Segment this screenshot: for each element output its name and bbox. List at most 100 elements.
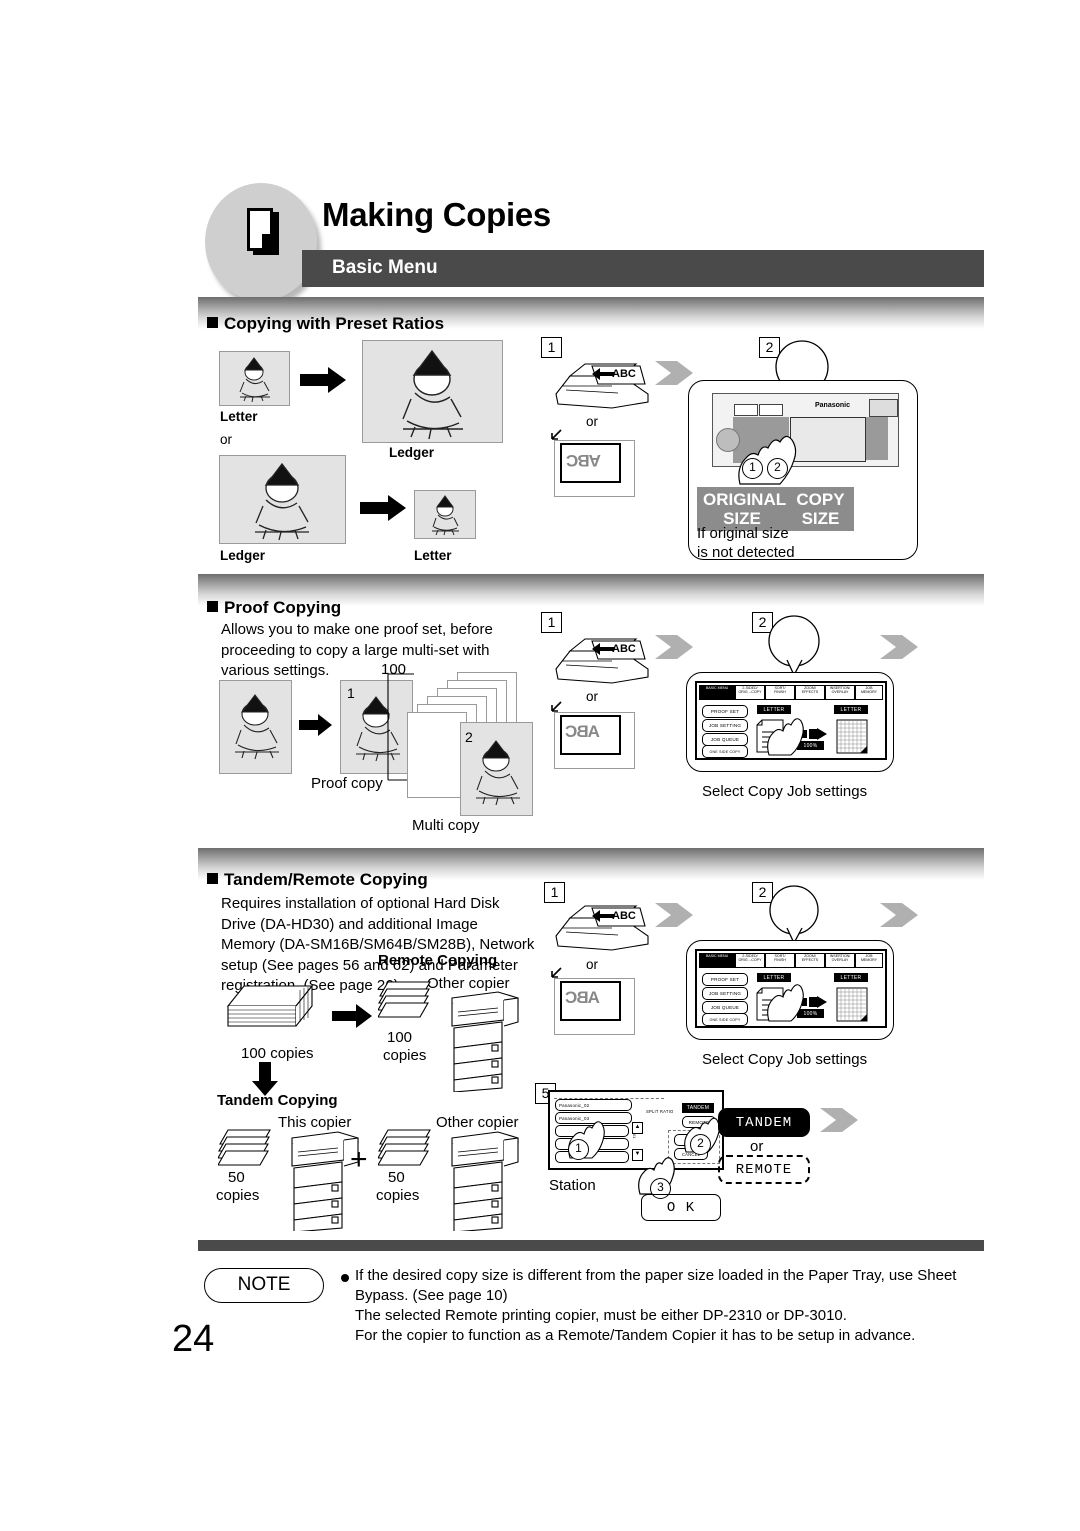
lcd-button-proof-set-s2[interactable]: PROOF SET (702, 705, 748, 718)
hand-pointer-s3 (767, 984, 804, 1022)
station-scroll-range: 01 (632, 1134, 637, 1139)
flow-chevron-s2b (880, 632, 920, 662)
label-or-step1-s2: or (586, 689, 599, 704)
label-ledger-1: Ledger (389, 445, 435, 460)
heading-tandem-copying: Tandem Copying (217, 1092, 338, 1109)
section-bar-label: Basic Menu (332, 257, 438, 278)
document-page: Making Copies Basic Menu Copying with Pr… (0, 0, 1080, 1531)
label-or-step1-s3: or (586, 957, 599, 972)
original-ledger-thumb (219, 455, 346, 544)
paper-stack-50-left (218, 1129, 271, 1166)
note-line-1: If the desired copy size is different fr… (355, 1267, 957, 1284)
paper-stack-50-right (378, 1129, 431, 1166)
corner-arrow-icon-s2 (551, 701, 562, 712)
proof-arrow-1 (299, 714, 332, 736)
lcd-button-one-side-copy-s2[interactable]: ONE SIDE COPY (702, 745, 748, 758)
station-ok-button[interactable]: O K (641, 1194, 721, 1221)
corner-arrow-icon-s1 (551, 429, 562, 440)
station-item-1[interactable]: Panasonic_02 (555, 1099, 632, 1111)
svg-text:ABC: ABC (612, 368, 636, 380)
panel-icon-left-1 (734, 404, 758, 416)
caption-select-copy-job-s3: Select Copy Job settings (702, 1051, 868, 1068)
lcd-tab-strip-s2[interactable]: BASIC MENU 2-SIDED/ORIG→COPY SORT/FINISH… (699, 685, 883, 700)
flow-chevron-s2a (655, 632, 695, 662)
lcd-screen-s3[interactable]: BASIC MENU 2-SIDED/ORIG→COPY SORT/FINISH… (695, 949, 887, 1028)
section-title-preset-ratios: Copying with Preset Ratios (207, 314, 444, 334)
corner-arrow-icon-s3 (551, 967, 562, 978)
lcd-screen-s2[interactable]: BASIC MENU 2-SIDED/ORIG→COPY SORT/FINISH… (695, 681, 887, 760)
station-scroll-up[interactable]: ▲ (632, 1122, 643, 1134)
note-line-4: For the copier to function as a Remote/T… (355, 1327, 916, 1344)
lcd-button-one-side-copy-s3[interactable]: ONE SIDE COPY (702, 1013, 748, 1026)
original-letter-thumb (219, 351, 290, 406)
page-number: 24 (172, 1318, 215, 1360)
result-ledger-thumb (362, 340, 503, 443)
lcd-chip-copy-size-s3[interactable]: LETTER (834, 973, 868, 982)
lcd-tab-sort-finish-s2[interactable]: SORT/FINISH (765, 685, 795, 700)
result-letter-thumb (414, 490, 476, 539)
label-multi-copy: Multi copy (412, 817, 480, 834)
label-split-ratio: SPLIT RATIO (646, 1109, 674, 1114)
flow-chevron-s3c (820, 1105, 860, 1135)
station-mark-1: 1 (568, 1139, 589, 1160)
multi-sheet-1 (407, 712, 467, 798)
lcd-tab-2sided-s3[interactable]: 2-SIDED/ORIG→COPY (735, 953, 765, 968)
lcd-tab-basic-menu-s2[interactable]: BASIC MENU (699, 685, 735, 700)
lcd-button-job-setting-s2[interactable]: JOB SETTING (702, 719, 748, 732)
lcd-tab-zoom-effects-s3[interactable]: ZOOM/EFFECTS (795, 953, 825, 968)
panel-icon-left-2 (759, 404, 783, 416)
lcd-button-proof-set-s3[interactable]: PROOF SET (702, 973, 748, 986)
panel-right-keys (866, 417, 888, 460)
label-proof-copy: Proof copy (311, 775, 383, 792)
lcd-tab-job-memory-s3[interactable]: JOB MEMORY (855, 953, 883, 968)
label-50-left-line2: copies (216, 1187, 260, 1204)
label-or-1: or (220, 432, 233, 447)
lcd-tab-2sided-s2[interactable]: 2-SIDED/ORIG→COPY (735, 685, 765, 700)
flow-chevron-s3a (655, 900, 695, 930)
plus-sign: + (350, 1143, 368, 1176)
label-letter-1: Letter (220, 409, 258, 424)
platen-original-s3: ABC (560, 981, 621, 1021)
bullet-square-icon-2 (207, 601, 218, 612)
lcd-copy-icon-s2 (836, 719, 868, 754)
label-100-dest-line2: copies (383, 1047, 427, 1064)
lcd-tab-basic-menu-s3[interactable]: BASIC MENU (699, 953, 735, 968)
lcd-tab-job-memory-s2[interactable]: JOB MEMORY (855, 685, 883, 700)
hand-pointer-s2 (767, 718, 804, 756)
platen-original-s2: ABC (560, 715, 621, 755)
panel-status-display (869, 399, 898, 417)
tandem-button-big[interactable]: TANDEM (718, 1108, 810, 1137)
remote-button-big[interactable]: REMOTE (718, 1155, 810, 1184)
panel-mark-2: 2 (767, 458, 788, 479)
lcd-tab-zoom-effects-s2[interactable]: ZOOM/EFFECTS (795, 685, 825, 700)
section-title-tandem-remote: Tandem/Remote Copying (207, 870, 428, 890)
flow-chevron-s3b (880, 900, 920, 930)
remote-flow-arrow (332, 1004, 372, 1028)
note-line-2: Bypass. (See page 10) (355, 1287, 508, 1304)
lcd-tab-insertion-overlay-s3[interactable]: INSERTION/OVERLAY (825, 953, 855, 968)
lcd-copy-icon-s3 (836, 987, 868, 1022)
platen-original-s1: ABC (560, 443, 621, 483)
callout-caption-line1-s1: If original size (697, 525, 789, 542)
caption-select-copy-job-s2: Select Copy Job settings (702, 783, 868, 800)
lcd-chip-copy-size-s2[interactable]: LETTER (834, 705, 868, 714)
copier-icon-remote (451, 991, 519, 1092)
document-feeder-icon-s2: ABC (555, 638, 649, 684)
chip-copy-size: COPY SIZE (787, 487, 854, 531)
section-title-proof-copying: Proof Copying (207, 598, 341, 618)
remote-to-tandem-arrow (252, 1062, 278, 1096)
lcd-tab-strip-s3[interactable]: BASIC MENU 2-SIDED/ORIG→COPY SORT/FINISH… (699, 953, 883, 968)
lcd-tab-insertion-overlay-s2[interactable]: INSERTION/OVERLAY (825, 685, 855, 700)
label-ledger-2: Ledger (220, 548, 266, 563)
label-letter-2: Letter (414, 548, 452, 563)
panel-mark-1: 1 (742, 458, 763, 479)
svg-text:ABC: ABC (612, 910, 636, 922)
hand-pointer-s1 (738, 435, 797, 485)
lcd-button-job-setting-s3[interactable]: JOB SETTING (702, 987, 748, 1000)
label-station: Station (549, 1177, 596, 1194)
note-divider (198, 1240, 984, 1251)
heading-remote-copying: Remote Copying (378, 952, 498, 969)
resize-arrow-up (300, 367, 346, 393)
lcd-tab-sort-finish-s3[interactable]: SORT/FINISH (765, 953, 795, 968)
note-bullet-icon (341, 1274, 349, 1282)
